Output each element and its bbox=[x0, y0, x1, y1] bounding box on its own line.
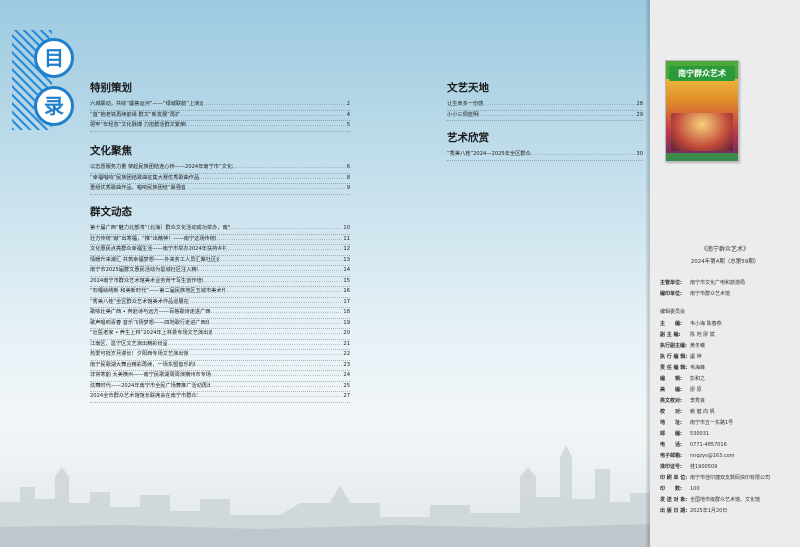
city-skyline-graphic bbox=[0, 445, 650, 547]
info-row: 责 任 编 辑: 韦海峰 bbox=[660, 365, 706, 371]
section-title: 艺术欣赏 bbox=[447, 132, 489, 144]
cover-band bbox=[666, 153, 738, 161]
info-row: 编 辑: 彭和之 bbox=[660, 376, 706, 382]
magazine-issue: 2024年第4期（总第59期） bbox=[690, 259, 760, 265]
toc-entry[interactable]: 以志愿服务力量 架起民族团结连心桥——2024年南宁市“文化志愿春风行”培训服务… bbox=[90, 163, 350, 174]
info-row: 出 版 日 期: 2025年1月20日 bbox=[660, 508, 728, 514]
cover-title: 南宁群众艺术 bbox=[669, 66, 735, 81]
info-row: 主 编: 韦小海 陈春燕 bbox=[660, 321, 722, 327]
info-row: 执 行 编 辑: 盧 坤 bbox=[660, 354, 702, 360]
info-row: 美 编: 廖 原 bbox=[660, 387, 702, 393]
info-row: 校 对: 赖 健 向 帆 bbox=[660, 409, 715, 415]
heading-char: 录 bbox=[34, 86, 74, 126]
section-culture-focus: 文化聚焦 以志愿服务力量 架起民族团结连心桥——2024年南宁市“文化志愿春风行… bbox=[90, 143, 350, 195]
info-row: 主管单位: 南宁市文化广电和旅游局 bbox=[660, 280, 746, 286]
toc-entry[interactable]: 情暖升来潮汇 共筑幸福梦想——外来务工人员汇聚社区迎着青阳欢共度欢乐时光....… bbox=[90, 256, 350, 266]
toc-entry[interactable]: 重组优秀歌曲作品，唱响民族团结“最强音”！...................… bbox=[90, 184, 350, 195]
info-row: 电子邮箱: nnqzys@163.com bbox=[660, 453, 735, 459]
toc-entry[interactable]: 热爱可抵岁月漫长！夕阳西专场文艺演出惊艳全场..................… bbox=[90, 350, 350, 361]
info-row: 准印证号: 桂1900509 bbox=[660, 464, 718, 470]
info-row: 地 址: 南宁市五一东路1号 bbox=[660, 420, 734, 426]
info-row: 发 送 对 象: 全国地市级群众艺术馆、文化馆 bbox=[660, 497, 761, 503]
section-group-culture-news: 群文动态 第十届广西“魅力北部湾”（北海）群众文化活动成功举办，南宁市群众艺术馆… bbox=[90, 204, 350, 403]
toc-entry[interactable]: 让生命多一份感动................................… bbox=[447, 100, 643, 111]
toc-entry[interactable]: “秀美八桂”全区群众艺术馆美术作品巡展在展开展.................… bbox=[90, 298, 350, 308]
section-title: 文艺天地 bbox=[447, 82, 489, 94]
contents-page: 目 录 特别策划 六城联动，共绘“虞荟运河”——“绿城联韵”上演运河文化盛宴..… bbox=[0, 0, 650, 547]
info-row: 编印单位: 南宁市群众艺术馆 bbox=[660, 291, 731, 297]
section-title: 特别策划 bbox=[90, 82, 132, 94]
toc-entry[interactable]: 江南区、邕宁区文艺演出精彩纷呈.........................… bbox=[90, 340, 350, 350]
magazine-title: 《南宁群众艺术》 bbox=[700, 246, 749, 253]
info-row: 印 刷 单 位: 南宁市佳印捷双支数码快印有限公司 bbox=[660, 475, 771, 481]
toc-entry[interactable]: 歌声唱响青春 音乐飞扬梦想——四地歌行走进广西体育高等专科学校.........… bbox=[90, 319, 350, 329]
toc-entry[interactable]: “首”抱老铁再续前缘 群文“新发展”再扩列...................… bbox=[90, 111, 350, 121]
section-literature: 文艺天地 让生命多一份感动...........................… bbox=[447, 80, 643, 121]
toc-entry[interactable]: 非常寒韵 大美横州——南宁民歌湖周周演横州市专场文艺演出精彩上演........… bbox=[90, 371, 350, 382]
info-row: 英文校对: 李秀良 bbox=[660, 398, 706, 404]
heading-char: 目 bbox=[34, 38, 74, 78]
toc-entry[interactable]: 2024南宁市群众艺术馆美术业务骨干写生创作培训班成功举办...........… bbox=[90, 277, 350, 287]
toc-entry[interactable]: 第十届广西“魅力北部湾”（北海）群众文化活动成功举办，南宁市群众艺术馆一行赴北海… bbox=[90, 224, 350, 235]
toc-entry[interactable]: “壮医老家 • 养生上林”2024年上林县专场文艺演出道党全群艺术惠益力....… bbox=[90, 329, 350, 340]
section-title: 文化聚焦 bbox=[90, 145, 132, 157]
toc-entry[interactable]: “石榴绘绣新 和美新时代”——第二届民族地区五城市美术作品交流展（尼萨站）盛大开… bbox=[90, 287, 350, 298]
toc-entry[interactable]: 壮方传统“献”出寒福，“推”出精神！——南宁这场传统剧创作活动养身又润心....… bbox=[90, 235, 350, 245]
toc-entry[interactable]: “秀美八桂”2024—2025年全区群众艺术馆美术作品巡展选登.........… bbox=[447, 150, 643, 161]
section-special-planning: 特别策划 六城联动，共绘“虞荟运河”——“绿城联韵”上演运河文化盛宴......… bbox=[90, 80, 350, 132]
toc-entry[interactable]: 文化惠民点亮群众幸福生活——南宁市举办2024年扶持乡村社区业余文艺队成果汇报演… bbox=[90, 245, 350, 256]
info-row: 印 数: 100 bbox=[660, 486, 700, 492]
toc-entry[interactable]: “幸福唱响”民族团结歌曲征集大赛优秀歌曲作品名录揭晓..............… bbox=[90, 174, 350, 184]
toc-entry[interactable]: 把牢“年轻态”文化脉搏 力担群活群文繁荣腾跃..................… bbox=[90, 121, 350, 132]
contents-heading: 目 录 bbox=[12, 30, 80, 130]
section-art-appreciation: 艺术欣赏 “秀美八桂”2024—2025年全区群众艺术馆美术作品巡展选登....… bbox=[447, 130, 643, 161]
toc-entry[interactable]: 南宁市2025届群文惠民活动为邕城社区注入精彩文化能量.............… bbox=[90, 266, 350, 277]
info-row: 邮 编: 530031 bbox=[660, 431, 710, 437]
info-row: 副 主 编: 陈 地 廖 斌 bbox=[660, 332, 715, 338]
committee-label: 编辑委员会 bbox=[660, 309, 686, 315]
toc-entry[interactable]: 炫舞时代——2024年南宁市全民广场舞推广活动再出精彩，舞出健康........… bbox=[90, 382, 350, 392]
toc-entry[interactable]: 2024全市群众艺术馆馆长联席会在南宁市群众艺术馆召开.............… bbox=[90, 392, 350, 403]
toc-entry[interactable]: 小小三侗蓝明歌.................................… bbox=[447, 111, 643, 121]
toc-entry[interactable]: 六城联动，共绘“虞荟运河”——“绿城联韵”上演运河文化盛宴...........… bbox=[90, 100, 350, 111]
toc-entry[interactable]: 歌咏壮美广西 • 奔赴诗与远方——百格歌诗走进广西农业职业技术大学.......… bbox=[90, 308, 350, 319]
section-title: 群文动态 bbox=[90, 206, 132, 218]
toc-entry[interactable]: 南宁民歌湖大舞台精彩再续，一场东盟音乐的瑰丽盛宴................… bbox=[90, 361, 350, 371]
cover-performance-photo bbox=[671, 113, 733, 151]
info-row: 电 话: 0771-4857016 bbox=[660, 442, 727, 448]
info-row: 执行副主编: 黄冬曦 bbox=[660, 343, 706, 349]
magazine-cover-image: 南宁群众艺术 bbox=[665, 60, 739, 162]
